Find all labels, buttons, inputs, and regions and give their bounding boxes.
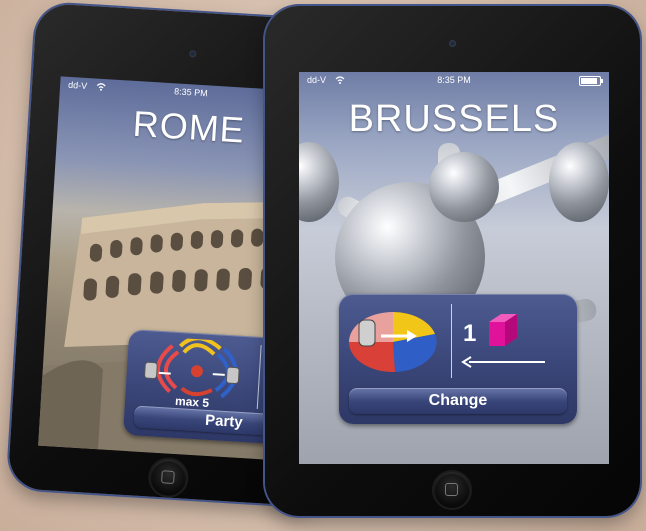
front-camera [189,50,197,58]
change-icon [348,312,437,373]
party-icon [144,336,240,399]
battery-level [581,78,597,84]
clock: 8:35 PM [437,75,471,85]
arrow-left-icon [461,356,545,368]
card-divider [451,304,452,378]
home-button[interactable] [432,470,472,510]
battery-icon [579,76,603,86]
card-divider [256,345,262,409]
screen-brussels: dd-V 8:35 PM BRUSSELS 1 Change [299,72,609,464]
change-button[interactable]: Change [349,388,567,414]
quantity-label: 1 [463,320,477,347]
front-camera [449,40,456,47]
action-card-change[interactable]: 1 Change [339,294,577,424]
status-bar: dd-V 8:35 PM [299,72,609,90]
cube-icon [489,314,517,346]
home-button[interactable] [147,456,190,499]
city-title: BRUSSELS [348,98,560,140]
tablet-brussels: dd-V 8:35 PM BRUSSELS 1 Change [265,6,640,516]
